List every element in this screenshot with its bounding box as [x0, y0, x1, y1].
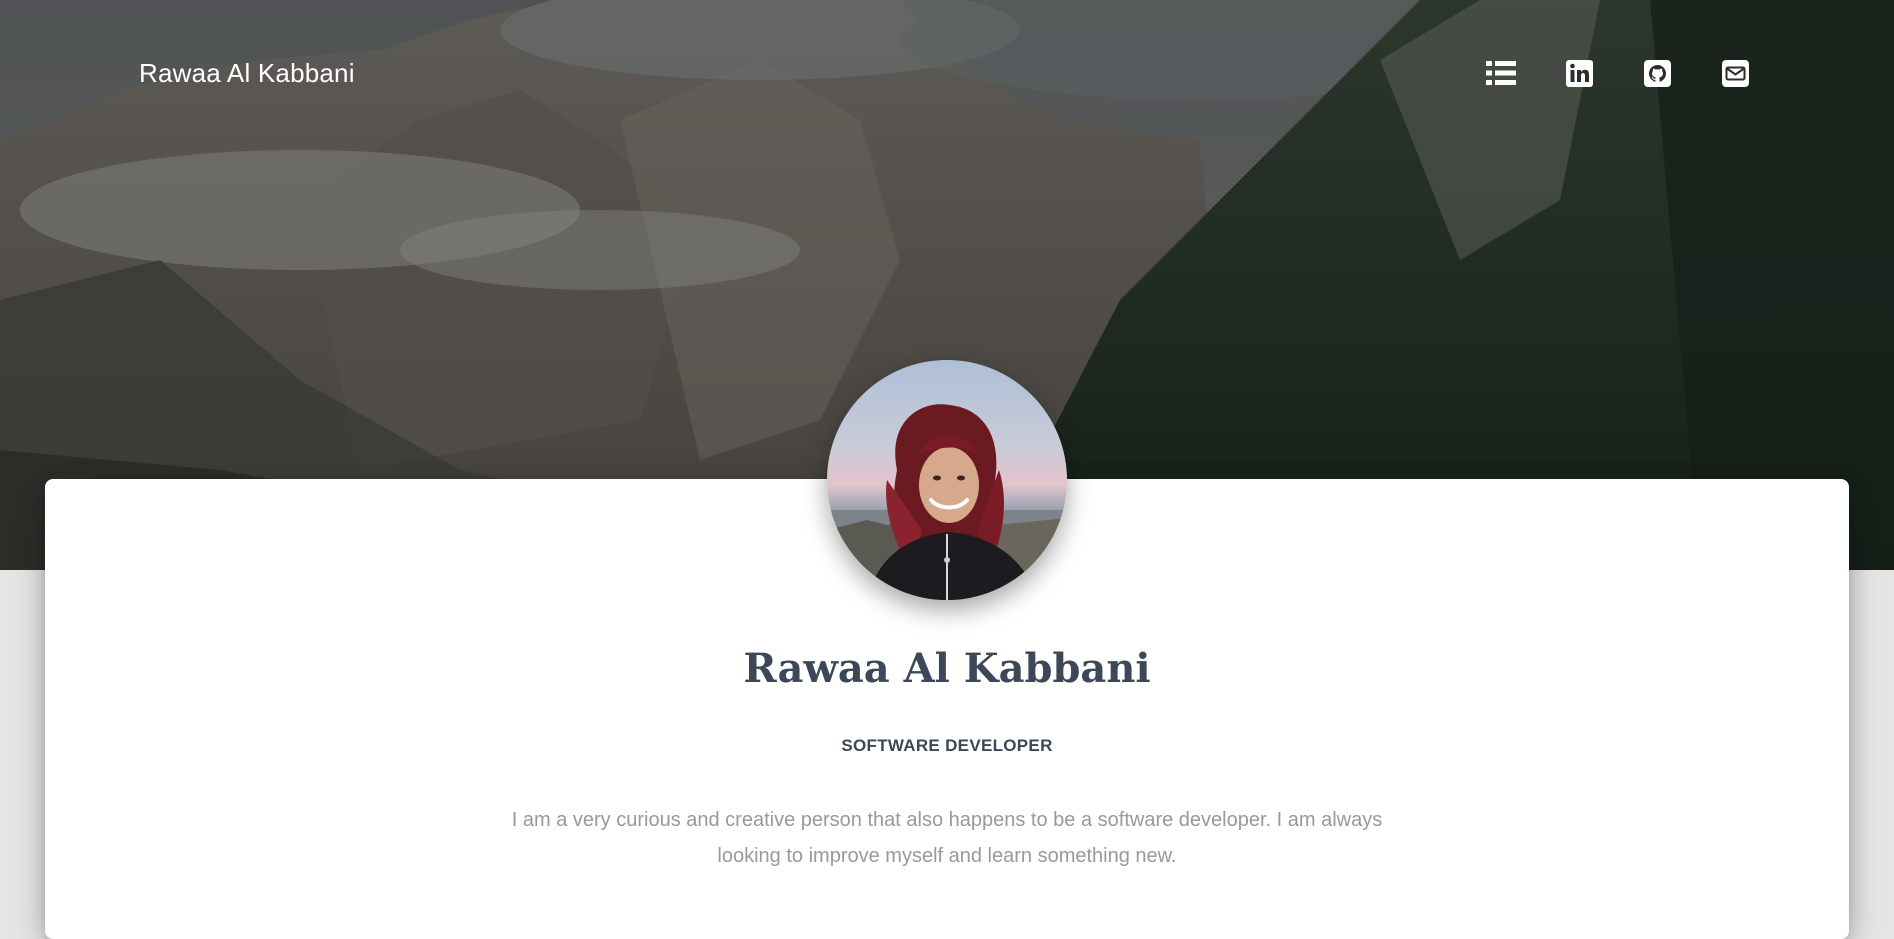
linkedin-icon[interactable] [1564, 58, 1594, 88]
profile-name: Rawaa Al Kabbani [743, 645, 1151, 692]
brand-link[interactable]: Rawaa Al Kabbani [139, 58, 355, 89]
profile-avatar [827, 360, 1067, 600]
envelope-icon[interactable] [1720, 58, 1750, 88]
nav-icon-bar [1486, 58, 1750, 88]
list-icon[interactable] [1486, 58, 1516, 88]
github-icon[interactable] [1642, 58, 1672, 88]
profile-bio: I am a very curious and creative person … [511, 809, 1383, 867]
profile-role: SOFTWARE DEVELOPER [841, 736, 1053, 755]
